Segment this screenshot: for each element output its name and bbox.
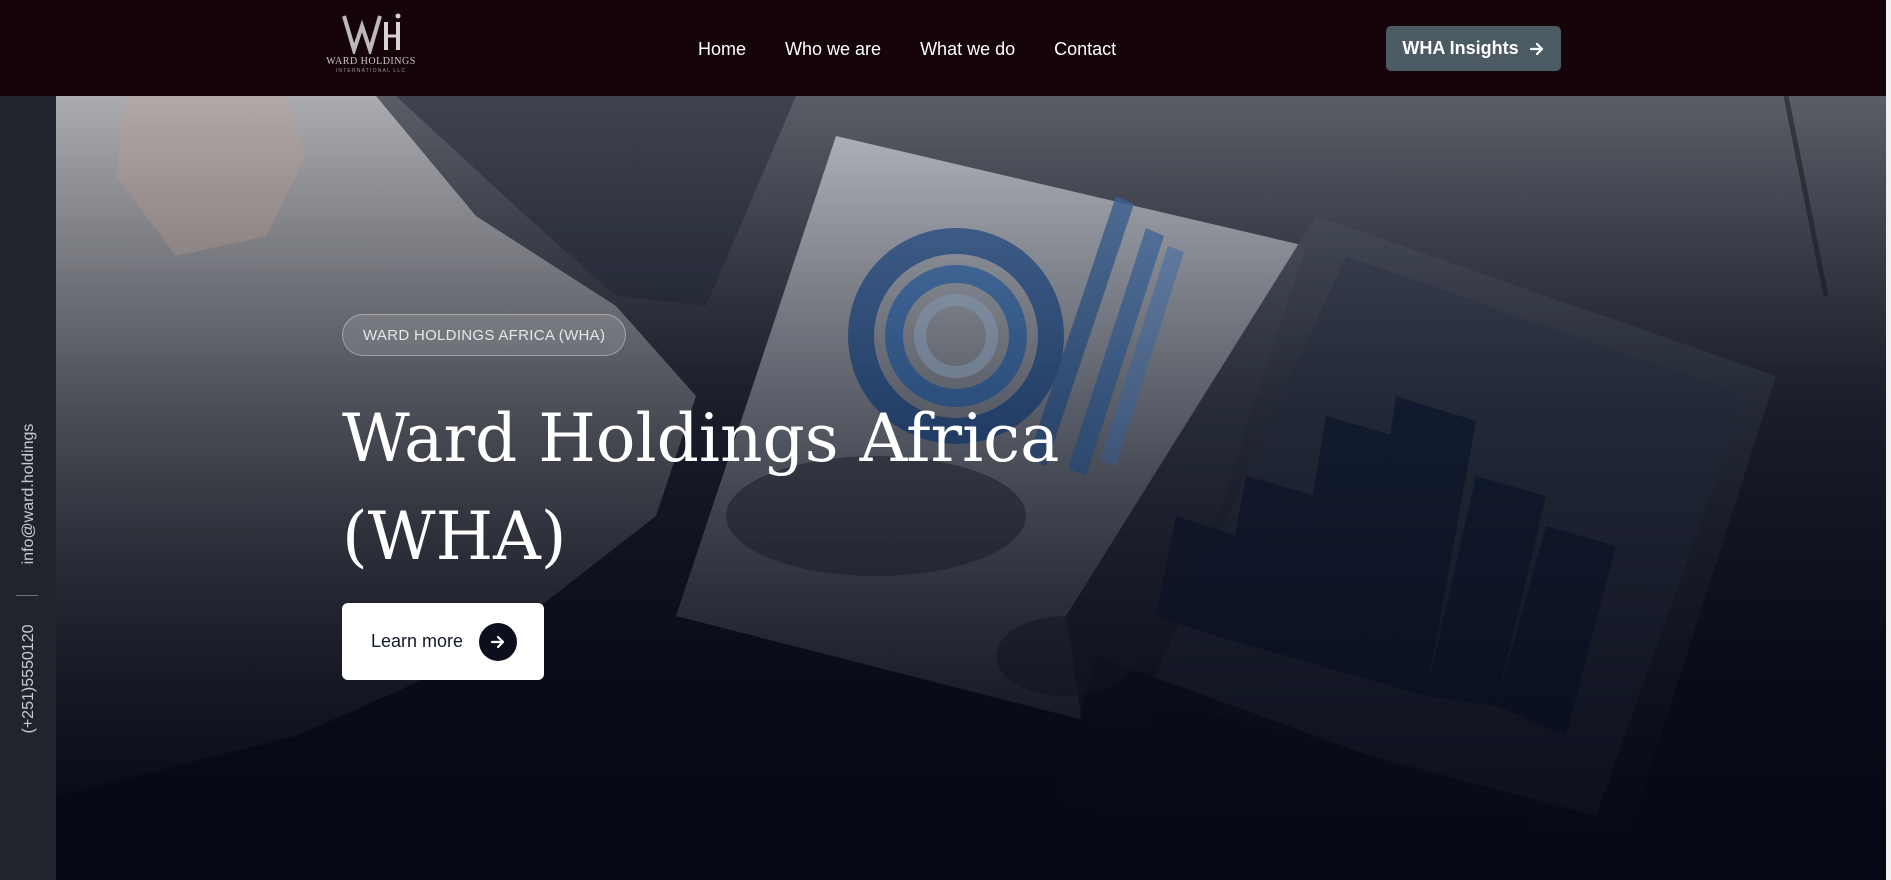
contact-rail: info@ward.holdings (+251)5550120 [0,96,56,880]
learn-more-button[interactable]: Learn more [342,603,544,680]
rail-divider [16,595,38,596]
wha-insights-button[interactable]: WHA Insights [1386,26,1561,71]
rail-email-link[interactable]: info@ward.holdings [20,424,38,565]
wha-insights-label: WHA Insights [1402,38,1519,58]
nav-link-contact[interactable]: Contact [1054,37,1116,61]
arrow-right-icon [1529,41,1545,57]
learn-more-label: Learn more [371,631,464,651]
page-scrollbar[interactable] [1886,0,1891,880]
logo-subtitle: INTERNATIONAL LLC [335,68,407,74]
hero-title: Ward Holdings Africa (WHA) [342,400,1060,575]
logo-mark-icon [342,13,401,54]
hero-badge: WARD HOLDINGS AFRICA (WHA) [342,314,627,356]
rail-phone-link[interactable]: (+251)5550120 [20,625,38,734]
nav-link-who-we-are[interactable]: Who we are [785,37,881,61]
arrow-right-circle-icon [479,622,518,661]
ward-holdings-logo[interactable]: WARD HOLDINGS INTERNATIONAL LLC [325,12,417,82]
main-nav: Home Who we are What we do Contact [698,37,1155,61]
logo-name: WARD HOLDINGS [326,56,416,67]
page: WARD HOLDINGS INTERNATIONAL LLC Home Who… [0,0,1891,880]
top-navigation-bar: WARD HOLDINGS INTERNATIONAL LLC Home Who… [0,0,1891,96]
nav-link-what-we-do[interactable]: What we do [920,37,1015,61]
nav-link-home[interactable]: Home [698,37,746,61]
